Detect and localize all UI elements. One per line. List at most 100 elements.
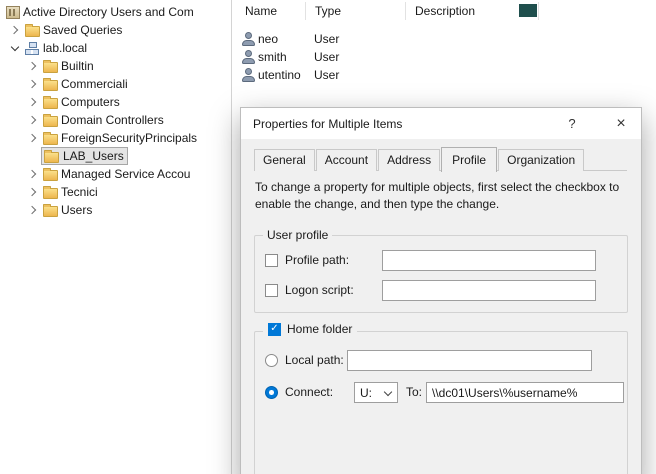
chevron-down-icon[interactable] <box>8 41 22 55</box>
local-path-label: Local path: <box>285 353 344 367</box>
logon-script-label: Logon script: <box>285 283 354 297</box>
chevron-right-icon[interactable] <box>26 185 40 199</box>
list-item-utentino[interactable]: utentino User <box>233 66 656 84</box>
chevron-right-icon[interactable] <box>26 59 40 73</box>
home-folder-label: Home folder <box>287 322 352 336</box>
column-separator[interactable] <box>538 2 539 20</box>
dialog-title: Properties for Multiple Items <box>253 117 402 131</box>
folder-icon <box>43 62 58 73</box>
dialog-tabs: General Account Address Profile Organiza… <box>254 148 585 171</box>
tree-item-lab-local[interactable]: lab.local <box>0 39 231 57</box>
connect-radio[interactable] <box>265 386 278 399</box>
chevron-right-icon[interactable] <box>26 77 40 91</box>
chevron-right-icon[interactable] <box>26 95 40 109</box>
column-separator[interactable] <box>405 2 406 20</box>
tab-address[interactable]: Address <box>378 149 440 171</box>
folder-icon <box>43 206 58 217</box>
column-separator[interactable] <box>305 2 306 20</box>
tab-account[interactable]: Account <box>316 149 377 171</box>
active-directory-icon <box>6 6 20 19</box>
folder-icon <box>43 134 58 145</box>
help-button[interactable]: ? <box>557 108 587 139</box>
chevron-right-icon[interactable] <box>26 203 40 217</box>
home-folder-path-input[interactable] <box>426 382 624 403</box>
chevron-right-icon[interactable] <box>26 113 40 127</box>
window-fragment <box>519 4 537 17</box>
dialog-body: General Account Address Profile Organiza… <box>241 139 641 474</box>
user-profile-legend: User profile <box>263 228 332 242</box>
user-name: utentino <box>258 68 314 82</box>
console-tree-panel: Active Directory Users and Com Saved Que… <box>0 0 232 474</box>
tree-item-label: Managed Service Accou <box>61 167 190 181</box>
folder-icon <box>43 188 58 199</box>
folder-icon <box>25 26 40 37</box>
user-icon <box>241 32 256 46</box>
column-header-description[interactable]: Description <box>415 4 475 18</box>
tree-item-active-directory-root[interactable]: Active Directory Users and Com <box>0 3 231 21</box>
tree-item-builtin[interactable]: Builtin <box>0 57 231 75</box>
column-header-type[interactable]: Type <box>315 4 341 18</box>
domain-icon <box>25 42 40 55</box>
tree-item-label: LAB_Users <box>63 149 124 163</box>
folder-icon <box>43 116 58 127</box>
user-icon <box>241 50 256 64</box>
tree-item-label: Computers <box>61 95 120 109</box>
aduc-window: Active Directory Users and Com Saved Que… <box>0 0 656 474</box>
tree-item-commerciali[interactable]: Commerciali <box>0 75 231 93</box>
folder-icon <box>44 152 59 163</box>
dialog-titlebar: Properties for Multiple Items ? × <box>241 108 641 139</box>
chevron-down-icon <box>384 389 392 397</box>
local-path-radio[interactable] <box>265 354 278 367</box>
user-type: User <box>314 68 414 82</box>
chevron-right-icon[interactable] <box>26 167 40 181</box>
chevron-right-icon[interactable] <box>8 23 22 37</box>
chevron-right-icon[interactable] <box>26 131 40 145</box>
tree-item-label: Commerciali <box>61 77 128 91</box>
home-folder-legend: Home folder <box>263 322 357 336</box>
drive-letter-value: U: <box>360 386 372 400</box>
profile-path-input[interactable] <box>382 250 596 271</box>
user-icon <box>241 68 256 82</box>
local-path-input[interactable] <box>347 350 592 371</box>
tree-item-domain-controllers[interactable]: Domain Controllers <box>0 111 231 129</box>
tree-item-label: Saved Queries <box>43 23 122 37</box>
tree-item-foreign-security-principals[interactable]: ForeignSecurityPrincipals <box>0 129 231 147</box>
folder-icon <box>43 80 58 91</box>
folder-icon <box>43 170 58 181</box>
logon-script-checkbox[interactable] <box>265 284 278 297</box>
tree-item-managed-service-accounts[interactable]: Managed Service Accou <box>0 165 231 183</box>
folder-icon <box>43 98 58 109</box>
user-name: smith <box>258 50 314 64</box>
close-button[interactable]: × <box>601 108 641 139</box>
user-profile-group: User profile Profile path: Logon script: <box>254 235 628 313</box>
tree-item-label: Users <box>61 203 92 217</box>
tree-item-computers[interactable]: Computers <box>0 93 231 111</box>
tab-organization[interactable]: Organization <box>498 149 584 171</box>
user-name: neo <box>258 32 314 46</box>
list-header: Name Type Description <box>233 0 656 22</box>
column-header-name[interactable]: Name <box>245 4 277 18</box>
tree-item-label: Builtin <box>61 59 94 73</box>
list-item-smith[interactable]: smith User <box>233 48 656 66</box>
properties-dialog: Properties for Multiple Items ? × Genera… <box>240 107 642 474</box>
profile-path-label: Profile path: <box>285 253 349 267</box>
logon-script-input[interactable] <box>382 280 596 301</box>
tree-item-users[interactable]: Users <box>0 201 231 219</box>
tree-item-label: lab.local <box>43 41 87 55</box>
home-folder-group: Home folder Local path: Connect: U: To: <box>254 331 628 474</box>
connect-label: Connect: <box>285 385 333 399</box>
tree-item-lab-users[interactable]: LAB_Users <box>0 147 231 165</box>
home-folder-checkbox[interactable] <box>268 323 281 336</box>
instruction-text: To change a property for multiple object… <box>255 179 633 214</box>
user-list: neo User smith User utentino User <box>233 30 656 84</box>
profile-path-checkbox[interactable] <box>265 254 278 267</box>
tree-item-label: Domain Controllers <box>61 113 164 127</box>
user-type: User <box>314 50 414 64</box>
to-label: To: <box>406 385 422 399</box>
tab-profile[interactable]: Profile <box>441 147 497 172</box>
drive-letter-select[interactable]: U: <box>354 382 398 403</box>
tree-item-saved-queries[interactable]: Saved Queries <box>0 21 231 39</box>
tab-general[interactable]: General <box>254 149 315 171</box>
list-item-neo[interactable]: neo User <box>233 30 656 48</box>
tree-item-tecnici[interactable]: Tecnici <box>0 183 231 201</box>
